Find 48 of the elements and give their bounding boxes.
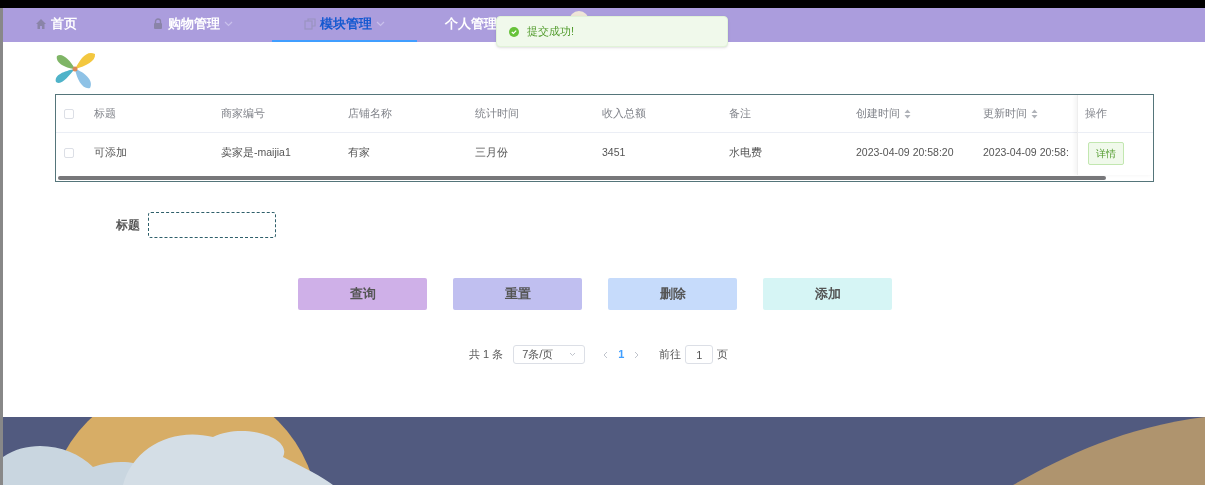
column-header: 备注 — [729, 106, 751, 122]
table-cell: 3451 — [602, 146, 626, 159]
action-button[interactable]: 删除 — [608, 278, 737, 310]
column-header: 商家编号 — [221, 106, 265, 122]
table-cell: 2023-04-09 20:58: — [983, 146, 1069, 159]
column-header: 店铺名称 — [348, 106, 392, 122]
column-header: 标题 — [94, 106, 116, 122]
column-header: 更新时间 — [983, 106, 1027, 122]
nav-tab[interactable]: 购物管理 — [120, 8, 265, 42]
action-button[interactable]: 重置 — [453, 278, 582, 310]
nav-tab[interactable]: 模块管理 — [272, 8, 417, 42]
page-suffix: 页 — [717, 347, 729, 363]
home-icon — [35, 18, 47, 30]
column-header: 收入总额 — [602, 106, 646, 122]
nav-tab[interactable]: 首页 — [3, 8, 109, 42]
table-cell: 2023-04-09 20:58:20 — [856, 146, 954, 159]
sort-icon[interactable] — [1031, 108, 1038, 119]
action-button[interactable]: 查询 — [298, 278, 427, 310]
goto-page-input[interactable]: 1 — [685, 345, 714, 364]
copy-icon — [304, 18, 316, 30]
action-button[interactable]: 添加 — [763, 278, 892, 310]
lock-icon — [152, 18, 164, 30]
page-number[interactable]: 1 — [618, 346, 625, 363]
table-cell: 有家 — [348, 146, 370, 159]
prev-page-icon[interactable] — [603, 350, 609, 359]
title-input[interactable] — [148, 212, 276, 238]
column-header: 创建时间 — [856, 106, 900, 122]
details-button[interactable]: 详情 — [1088, 141, 1124, 165]
chevron-down-icon — [569, 352, 577, 357]
toast-message: 提交成功! — [527, 24, 575, 40]
column-header: 统计时间 — [475, 106, 519, 122]
checkbox[interactable] — [64, 108, 74, 119]
goto-label: 前往 — [659, 347, 682, 363]
table-cell: 可添加 — [94, 146, 127, 159]
table-cell: 水电费 — [729, 146, 762, 159]
checkbox[interactable] — [64, 148, 74, 158]
success-icon — [509, 26, 519, 37]
sort-icon[interactable] — [904, 108, 911, 119]
scrollbar-thumb[interactable] — [58, 176, 1106, 180]
table-cell: 三月份 — [475, 146, 508, 159]
column-header: 操作 — [1085, 106, 1107, 122]
field-label: 标题 — [116, 217, 140, 234]
total-count: 共 1 条 — [469, 347, 504, 363]
table-cell: 卖家是-maijia1 — [221, 146, 291, 159]
page-size-select[interactable]: 7条/页 — [513, 345, 586, 364]
chevron-down-icon — [224, 21, 233, 27]
next-page-icon[interactable] — [634, 350, 640, 359]
chevron-down-icon — [376, 21, 385, 27]
